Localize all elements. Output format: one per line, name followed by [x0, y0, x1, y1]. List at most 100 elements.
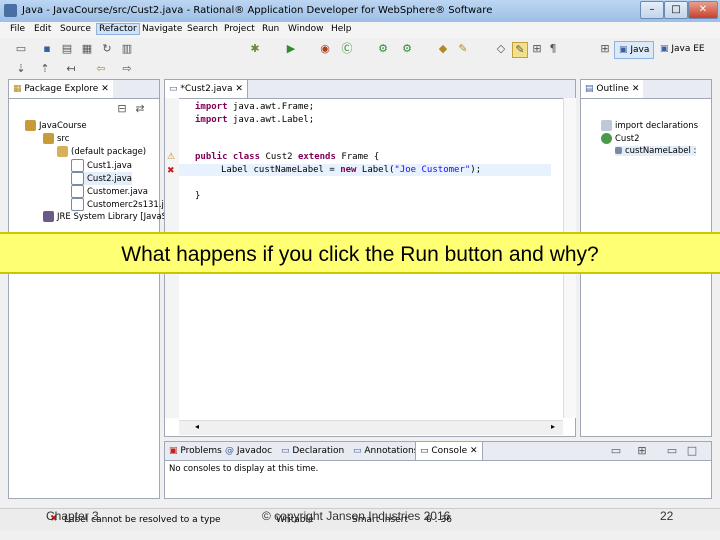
menu-window[interactable]: Window: [288, 24, 324, 34]
menu-file[interactable]: File: [10, 24, 25, 34]
menu-search[interactable]: Search: [187, 24, 218, 34]
menu-edit[interactable]: Edit: [34, 24, 51, 34]
tab-package-explorer[interactable]: ▦ Package Explore ✕: [9, 80, 113, 98]
forward-icon[interactable]: ⇨: [120, 62, 134, 76]
horizontal-scrollbar[interactable]: [179, 420, 563, 435]
tab-javadoc[interactable]: @ Javadoc: [221, 442, 276, 460]
new-class-icon[interactable]: Ⓒ: [340, 42, 354, 56]
tab-problems[interactable]: ▣ Problems: [165, 442, 226, 460]
maximize-button[interactable]: □: [664, 1, 688, 19]
tab-annotations[interactable]: ▭ Annotations: [349, 442, 422, 460]
tree-item-label: (default package): [71, 147, 147, 157]
external-tools-icon[interactable]: ◉: [318, 42, 332, 56]
close-tab-icon[interactable]: ✕: [101, 84, 109, 94]
collapse-all-icon[interactable]: ⊟: [115, 102, 129, 116]
outline-item-label: custNameLabel :: [625, 146, 697, 156]
scroll-left-icon[interactable]: ◂: [195, 422, 199, 431]
outline-item-label: import declarations: [615, 121, 699, 131]
tree-item-cust1[interactable]: Cust1.java: [71, 159, 132, 172]
javaee-perspective-icon: ▣: [660, 44, 672, 54]
tree-item-javacourse[interactable]: JavaCourse: [25, 120, 87, 131]
perspective-java[interactable]: ▣ Java: [614, 41, 655, 59]
code-line-1[interactable]: import java.awt.Frame;: [195, 102, 314, 112]
perspective-javaee-label: Java EE: [671, 44, 705, 54]
editor-tabbar: ▭ *Cust2.java ✕: [165, 80, 575, 99]
minimize-view-icon[interactable]: ▭: [665, 444, 679, 458]
tab-label: Annotations: [364, 446, 419, 456]
tab-cust2-java[interactable]: ▭ *Cust2.java ✕: [165, 80, 248, 98]
code-keyword: new: [340, 165, 357, 175]
code-keyword: import: [195, 102, 228, 112]
code-line-3[interactable]: public class Cust2 extends Frame {: [195, 152, 379, 162]
tree-item-src[interactable]: src: [43, 133, 69, 144]
tree-item-customer[interactable]: Customer.java: [71, 185, 148, 198]
tree-item-default-package[interactable]: (default package): [57, 146, 146, 157]
window-title-bar: Java - JavaCourse/src/Cust2.java - Ratio…: [0, 0, 720, 23]
question-banner: What happens if you click the Run button…: [0, 232, 720, 274]
code-text: Label(: [356, 165, 395, 175]
open-type-icon[interactable]: ◆: [436, 42, 450, 56]
highlight-icon[interactable]: ✎: [512, 42, 528, 58]
tree-item-label: Cust1.java: [87, 161, 133, 171]
question-text: What happens if you click the Run button…: [121, 243, 599, 266]
tab-declaration[interactable]: ▭ Declaration: [277, 442, 348, 460]
outline-item-imports[interactable]: import declarations: [601, 120, 698, 131]
build-icon[interactable]: ▦: [80, 42, 94, 56]
tab-label: Problems: [180, 446, 222, 456]
package-icon: [57, 146, 68, 157]
paragraph-icon[interactable]: ¶: [546, 42, 560, 56]
toggle-mark-occurrences-icon[interactable]: ◇: [494, 42, 508, 56]
debug-icon[interactable]: ✱: [248, 42, 262, 56]
open-perspective-icon[interactable]: ⊞: [598, 42, 612, 56]
menu-navigate[interactable]: Navigate: [142, 24, 182, 34]
scroll-right-icon[interactable]: ▸: [551, 422, 555, 431]
perspective-javaee[interactable]: ▣ Java EE: [656, 41, 709, 57]
print-icon[interactable]: ▤: [60, 42, 74, 56]
back-icon[interactable]: ⇦: [94, 62, 108, 76]
outline-item-custnamelabel[interactable]: custNameLabel :: [615, 146, 697, 156]
console-message: No consoles to display at this time.: [169, 464, 319, 474]
minimize-button[interactable]: –: [640, 1, 664, 19]
server-icon[interactable]: ▥: [120, 42, 134, 56]
maximize-view-icon[interactable]: □: [685, 444, 699, 458]
close-tab-icon[interactable]: ✕: [632, 84, 640, 94]
secondary-toolbar: ⇣ ⇡ ↤ ⇦ ⇨: [0, 60, 720, 78]
save-icon[interactable]: ▪: [40, 42, 54, 56]
menu-source[interactable]: Source: [60, 24, 91, 34]
open-console-icon[interactable]: ⊞: [635, 444, 649, 458]
new-package-icon[interactable]: ⚙: [400, 42, 414, 56]
package-explorer-tab-label: Package Explore: [24, 84, 99, 94]
previous-annotation-icon[interactable]: ⇡: [38, 62, 52, 76]
close-tab-icon[interactable]: ✕: [235, 84, 243, 94]
menu-run[interactable]: Run: [262, 24, 279, 34]
tab-console[interactable]: ▭ Console ✕: [415, 442, 483, 460]
show-whitespace-icon[interactable]: ⊞: [530, 42, 544, 56]
new-java-project-icon[interactable]: ⚙: [376, 42, 390, 56]
search-icon[interactable]: ✎: [456, 42, 470, 56]
menu-help[interactable]: Help: [331, 24, 352, 34]
code-text: java.awt.Frame;: [227, 102, 315, 112]
menu-project[interactable]: Project: [224, 24, 255, 34]
close-tab-icon[interactable]: ✕: [467, 446, 478, 456]
refresh-icon[interactable]: ↻: [100, 42, 114, 56]
code-line-2[interactable]: import java.awt.Label;: [195, 115, 314, 125]
menu-refactor[interactable]: Refactor: [96, 23, 140, 35]
tree-item-jre-system-library[interactable]: JRE System Library [JavaS: [43, 211, 167, 222]
last-edit-icon[interactable]: ↤: [64, 62, 78, 76]
error-marker-icon: ✖: [167, 166, 175, 176]
next-annotation-icon[interactable]: ⇣: [14, 62, 28, 76]
tab-outline[interactable]: ▤ Outline ✕: [581, 80, 644, 98]
tree-item-label: JavaCourse: [39, 121, 87, 131]
outline-tab-label: Outline: [596, 84, 629, 94]
run-icon[interactable]: ▶: [284, 42, 298, 56]
new-icon[interactable]: ▭: [14, 42, 28, 56]
tree-item-cust2[interactable]: Cust2.java: [71, 172, 133, 185]
link-with-editor-icon[interactable]: ⇄: [133, 102, 147, 116]
close-button[interactable]: ✕: [688, 1, 718, 19]
outline-item-cust2[interactable]: Cust2: [601, 133, 640, 144]
console-icon: ▭: [420, 446, 432, 456]
code-line-4[interactable]: Label custNameLabel = new Label("Joe Cus…: [221, 165, 481, 175]
display-console-icon[interactable]: ▭: [609, 444, 623, 458]
code-line-5[interactable]: }: [195, 191, 200, 201]
tree-item-customerc2s131[interactable]: Customerc2s131.ja: [71, 198, 169, 211]
